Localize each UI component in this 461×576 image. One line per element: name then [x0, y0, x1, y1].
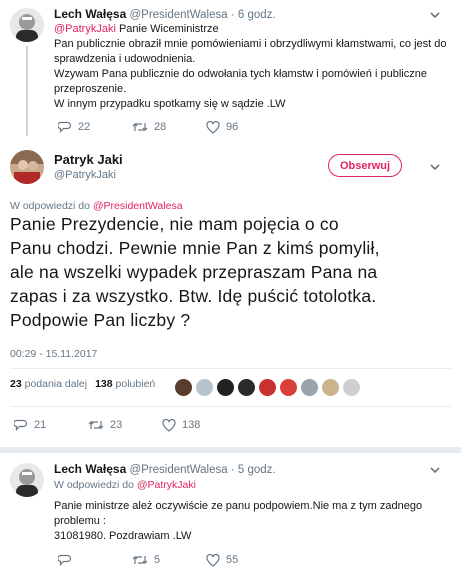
tweet-time[interactable]: · 6 godz. [231, 9, 276, 21]
author-handle[interactable]: @PresidentWalesa [129, 9, 227, 21]
retweet-icon [88, 421, 104, 429]
tweet-text-line: przeproszenie. [54, 83, 127, 95]
retweet-button[interactable]: 28 [132, 120, 182, 134]
in-reply-prefix: W odpowiedzi do [54, 479, 137, 491]
tweet-text-line: Pan publicznie obraził mnie pomówieniami… [54, 38, 447, 50]
retweet-count: 5 [154, 554, 161, 566]
liker-avatar[interactable] [196, 379, 213, 396]
tweet-text-line: Wzywam Pana publicznie do odwołania tych… [54, 68, 427, 80]
parent-tweet[interactable]: Lech Wałęsa @PresidentWalesa · 6 godz. @… [0, 0, 461, 140]
tweet-text-line: Panie ministrze ależ oczywiście ze panu … [54, 500, 423, 512]
like-icon [206, 553, 220, 567]
like-stat-label: polubień [115, 378, 156, 390]
like-button[interactable]: 96 [206, 120, 239, 134]
divider [10, 368, 451, 369]
retweet-icon [132, 123, 148, 131]
author-handle[interactable]: @PatrykJaki [54, 169, 123, 181]
like-button[interactable]: 55 [206, 553, 239, 567]
liker-avatar[interactable] [259, 379, 276, 396]
tweet-text-line: problemu : [54, 515, 106, 527]
retweet-button[interactable]: 23 [88, 418, 138, 432]
tweet-timestamp[interactable]: 00:29 - 15.11.2017 [10, 348, 97, 360]
reply-icon [58, 554, 72, 566]
chevron-down-icon[interactable] [428, 463, 442, 477]
author-name[interactable]: Lech Wałęsa [54, 462, 126, 476]
tweet-text-line: Panie Wiceministrze [115, 23, 219, 35]
liker-avatar[interactable] [175, 379, 192, 396]
author-name[interactable]: Patryk Jaki [54, 152, 123, 167]
retweet-stat[interactable]: 23 podania dalej [10, 378, 87, 390]
like-stat[interactable]: 138 polubień [95, 378, 155, 390]
retweet-stat-label: podania dalej [24, 378, 88, 390]
thread-line [26, 46, 28, 136]
mention-link[interactable]: @PatrykJaki [54, 23, 116, 35]
liker-avatar[interactable] [343, 379, 360, 396]
liker-avatar[interactable] [280, 379, 297, 396]
reply-count: 21 [34, 419, 47, 431]
chevron-down-icon[interactable] [428, 160, 442, 174]
tweet-text-line: Podpowie Pan liczby ? [10, 310, 191, 330]
reply-count: 22 [78, 121, 91, 133]
tweet-text-line: sprawdzenia i udowodnienia. [54, 53, 196, 65]
tweet-text: Panie ministrze ależ oczywiście ze panu … [54, 499, 454, 544]
in-reply-to: W odpowiedzi do @PresidentWalesa [10, 200, 183, 212]
author-handle[interactable]: @PresidentWalesa [129, 464, 227, 476]
mention-link[interactable]: @PresidentWalesa [93, 200, 183, 212]
mention-link[interactable]: @PatrykJaki [137, 479, 196, 491]
liker-avatar[interactable] [322, 379, 339, 396]
reply-button[interactable]: 21 [14, 418, 64, 432]
follow-button[interactable]: Obserwuj [328, 154, 402, 177]
likers-avatars [175, 379, 364, 396]
chevron-down-icon[interactable] [428, 8, 442, 22]
tweet-text-line: Panu chodzi. Pewnie mnie Pan z kimś pomy… [10, 238, 380, 258]
retweet-button[interactable]: 5 [132, 553, 182, 567]
tweet-text: @PatrykJaki Panie Wiceministrze Pan publ… [54, 22, 454, 112]
like-button[interactable]: 138 [162, 418, 201, 432]
avatar[interactable] [10, 150, 44, 184]
in-reply-to: W odpowiedzi do @PatrykJaki [54, 479, 196, 491]
tweet-text-line: 31081980. Pozdrawiam .LW [54, 530, 192, 542]
tweet-text-line: zapas i za wszystko. Btw. Idę puścić tot… [10, 286, 377, 306]
tweet-time[interactable]: · 5 godz. [231, 464, 276, 476]
avatar[interactable] [10, 8, 44, 42]
tweet-text-line: Panie Prezydencie, nie mam pojęcia o co [10, 214, 339, 234]
like-count: 138 [182, 419, 201, 431]
divider [10, 406, 451, 407]
reply-icon [58, 121, 72, 133]
liker-avatar[interactable] [301, 379, 318, 396]
like-icon [162, 418, 176, 432]
like-count: 96 [226, 121, 239, 133]
author-name[interactable]: Lech Wałęsa [54, 7, 126, 21]
like-stat-count: 138 [95, 378, 113, 390]
reply-icon [14, 419, 28, 431]
liker-avatar[interactable] [238, 379, 255, 396]
in-reply-prefix: W odpowiedzi do [10, 200, 93, 212]
tweet-text-line: W innym przypadku spotkamy się w sądzie … [54, 98, 286, 110]
retweet-icon [132, 556, 148, 564]
tweet-text-line: ale na wszelki wypadek przepraszam Pana … [10, 262, 378, 282]
retweet-stat-count: 23 [10, 378, 22, 390]
reply-tweet[interactable]: Lech Wałęsa @PresidentWalesa · 5 godz. W… [0, 453, 461, 576]
reply-button[interactable]: 22 [58, 120, 108, 134]
tweet-stats: 23 podania dalej 138 polubień [10, 378, 155, 390]
reply-button[interactable] [58, 553, 108, 567]
avatar[interactable] [10, 463, 44, 497]
liker-avatar[interactable] [217, 379, 234, 396]
tweet-text: Panie Prezydencie, nie mam pojęcia o co … [10, 212, 455, 332]
like-icon [206, 120, 220, 134]
retweet-count: 23 [110, 419, 123, 431]
like-count: 55 [226, 554, 239, 566]
retweet-count: 28 [154, 121, 167, 133]
